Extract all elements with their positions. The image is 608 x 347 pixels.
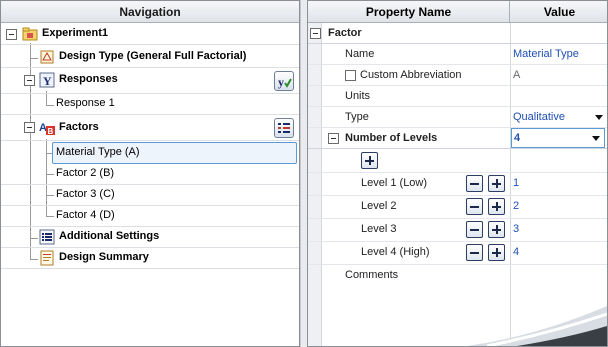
property-row-number-of-levels[interactable]: Number of Levels 4	[308, 128, 607, 149]
tree-item-label: Additional Settings	[59, 230, 160, 242]
factor-settings-button[interactable]	[274, 118, 294, 138]
property-row-custom-abbreviation[interactable]: Custom Abbreviation A	[308, 65, 607, 86]
tree-item-experiment[interactable]: Experiment1	[1, 24, 299, 45]
settings-list-icon	[39, 229, 55, 245]
property-grid-header: Property Name Value	[308, 1, 607, 23]
type-value[interactable]: Qualitative	[513, 111, 565, 123]
svg-text:y: y	[278, 75, 284, 89]
tree-item-responses[interactable]: Y Responses y	[1, 70, 299, 94]
add-level-button[interactable]	[488, 221, 505, 238]
responses-y-icon: Y	[39, 72, 55, 88]
tree-item-label: Material Type (A)	[56, 146, 140, 158]
svg-text:B: B	[48, 127, 54, 136]
tree-item-factors[interactable]: A B Factors	[1, 115, 299, 141]
custom-abbreviation-checkbox[interactable]	[345, 70, 356, 81]
property-label: Comments	[345, 269, 399, 281]
name-value[interactable]: Material Type	[513, 48, 579, 60]
navigation-header: Navigation	[1, 1, 299, 23]
property-label: Name	[345, 48, 375, 60]
decorative-swoosh	[467, 306, 607, 346]
category-factor[interactable]: Factor	[308, 23, 607, 44]
property-label: Units	[345, 90, 371, 102]
tree-item-factor-d[interactable]: Factor 4 (D)	[1, 206, 299, 227]
tree-item-label: Design Summary	[59, 251, 149, 263]
level-value[interactable]: 4	[513, 246, 519, 258]
navigation-panel: Navigation Experiment1 Design Type (Gene…	[0, 0, 300, 347]
level-value[interactable]: 2	[513, 200, 519, 212]
level-label: Level 4 (High)	[361, 246, 430, 258]
tree-item-label: Experiment1	[42, 27, 109, 39]
level-value[interactable]: 1	[513, 177, 519, 189]
tree-item-label: Factor 4 (D)	[56, 209, 115, 221]
tree-item-label: Factors	[59, 121, 99, 133]
collapse-icon[interactable]	[24, 75, 35, 86]
property-row-units[interactable]: Units	[308, 86, 607, 107]
collapse-icon[interactable]	[6, 29, 17, 40]
value-header: Value	[543, 5, 576, 19]
remove-level-button[interactable]	[466, 221, 483, 238]
level-row[interactable]: Level 2 2	[308, 196, 607, 219]
collapse-icon[interactable]	[328, 133, 339, 144]
remove-level-button[interactable]	[466, 244, 483, 261]
svg-text:A: A	[39, 122, 47, 134]
add-level-button[interactable]	[361, 152, 378, 169]
category-label: Factor	[328, 27, 362, 39]
tree-item-response-1[interactable]: Response 1	[1, 94, 299, 115]
property-label: Custom Abbreviation	[360, 69, 462, 81]
property-row-comments[interactable]: Comments	[308, 265, 607, 310]
add-level-row	[308, 149, 607, 173]
add-response-icon: y	[278, 75, 292, 89]
tree-item-label: Response 1	[56, 97, 115, 109]
custom-abbreviation-value: A	[513, 69, 521, 81]
remove-level-button[interactable]	[466, 175, 483, 192]
add-level-button[interactable]	[488, 175, 505, 192]
number-of-levels-value: 4	[514, 132, 521, 144]
property-grid: Property Name Value Factor Name Material…	[307, 0, 608, 347]
level-row[interactable]: Level 1 (Low) 1	[308, 173, 607, 196]
collapse-icon[interactable]	[24, 122, 35, 133]
tree-item-design-type[interactable]: Design Type (General Full Factorial)	[1, 47, 299, 68]
add-level-button[interactable]	[488, 198, 505, 215]
tree-item-additional-settings[interactable]: Additional Settings	[1, 227, 299, 248]
tree-item-factor-c[interactable]: Factor 3 (C)	[1, 185, 299, 206]
summary-sheet-icon	[40, 250, 54, 266]
tree-item-label: Design Type (General Full Factorial)	[59, 50, 247, 62]
level-label: Level 3	[361, 223, 397, 235]
property-row-name[interactable]: Name Material Type	[308, 44, 607, 65]
experiment-folder-icon	[22, 27, 38, 41]
add-response-button[interactable]: y	[274, 71, 294, 91]
remove-level-button[interactable]	[466, 198, 483, 215]
level-value[interactable]: 3	[513, 223, 519, 235]
factor-list-icon	[278, 123, 290, 133]
property-name-header: Property Name	[308, 1, 510, 23]
level-label: Level 2	[361, 200, 397, 212]
tree-item-label: Factor 3 (C)	[56, 188, 115, 200]
tree-item-design-summary[interactable]: Design Summary	[1, 248, 299, 269]
tree-item-label: Factor 2 (B)	[56, 167, 115, 179]
tree-item-factor-b[interactable]: Factor 2 (B)	[1, 164, 299, 185]
add-level-button[interactable]	[488, 244, 505, 261]
svg-text:Y: Y	[43, 74, 52, 88]
property-label: Number of Levels	[345, 132, 438, 144]
collapse-icon[interactable]	[310, 28, 321, 39]
dropdown-arrow-icon[interactable]	[595, 115, 603, 120]
tree-item-label: Responses	[59, 73, 118, 85]
factors-ab-icon: A B	[39, 122, 55, 136]
design-type-icon	[40, 50, 54, 64]
level-label: Level 1 (Low)	[361, 177, 428, 189]
property-row-type[interactable]: Type Qualitative	[308, 107, 607, 128]
tree-item-factor-a[interactable]: Material Type (A)	[1, 142, 299, 163]
level-row[interactable]: Level 3 3	[308, 219, 607, 242]
dropdown-arrow-icon[interactable]	[592, 136, 600, 141]
level-row[interactable]: Level 4 (High) 4	[308, 242, 607, 265]
number-of-levels-select[interactable]: 4	[511, 128, 605, 148]
property-label: Type	[345, 111, 369, 123]
